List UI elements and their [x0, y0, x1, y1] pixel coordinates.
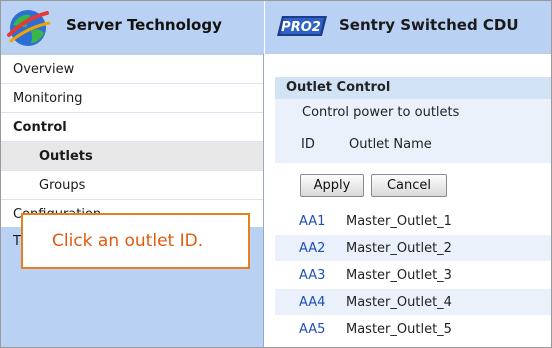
outlet-name: Master_Outlet_3 [346, 268, 452, 283]
table-row: AA4 Master_Outlet_4 [275, 289, 551, 316]
product-header: PRO2 Sentry Switched CDU [265, 1, 551, 54]
globe-logo-icon [7, 10, 51, 46]
instruction-callout: Click an outlet ID. [21, 213, 250, 269]
sidebar-item-control[interactable]: Control [1, 113, 263, 142]
outlet-table: AA1 Master_Outlet_1 AA2 Master_Outlet_2 … [275, 208, 551, 343]
column-header-name: Outlet Name [349, 137, 432, 152]
outlet-id-link[interactable]: AA3 [299, 262, 325, 289]
outlet-id-link[interactable]: AA2 [299, 235, 325, 262]
callout-text: Click an outlet ID. [52, 231, 204, 251]
app-frame: Server Technology Overview Monitoring Co… [0, 0, 552, 348]
brand-bar: Server Technology [1, 1, 264, 54]
outlet-name: Master_Outlet_2 [346, 241, 452, 256]
column-header-id: ID [301, 137, 315, 152]
table-header: ID Outlet Name [275, 127, 551, 163]
table-row: AA3 Master_Outlet_3 [275, 262, 551, 289]
outlet-id-link[interactable]: AA4 [299, 289, 325, 316]
action-bar: Apply Cancel [275, 163, 551, 205]
outlet-name: Master_Outlet_5 [346, 322, 452, 337]
sidebar-item-monitoring[interactable]: Monitoring [1, 84, 263, 113]
panel-title: Outlet Control [275, 77, 551, 99]
sidebar-item-overview[interactable]: Overview [1, 55, 263, 84]
product-title: Sentry Switched CDU [339, 16, 519, 34]
outlet-name: Master_Outlet_4 [346, 295, 452, 310]
left-column: Server Technology Overview Monitoring Co… [1, 1, 264, 347]
sidebar-nav: Overview Monitoring Control Outlets Grou… [1, 55, 263, 229]
sidebar-item-outlets[interactable]: Outlets [1, 142, 263, 171]
sidebar-item-groups[interactable]: Groups [1, 171, 263, 200]
apply-button[interactable]: Apply [300, 174, 364, 197]
panel-subtitle: Control power to outlets [275, 99, 551, 127]
brand-name: Server Technology [66, 16, 222, 34]
table-row: AA1 Master_Outlet_1 [275, 208, 551, 235]
cancel-button[interactable]: Cancel [371, 174, 447, 197]
table-row: AA5 Master_Outlet_5 [275, 316, 551, 343]
table-row: AA2 Master_Outlet_2 [275, 235, 551, 262]
outlet-id-link[interactable]: AA5 [299, 316, 325, 343]
pro2-badge-text: PRO2 [281, 20, 321, 35]
outlet-id-link[interactable]: AA1 [299, 208, 325, 235]
pro2-badge-icon: PRO2 [277, 16, 327, 36]
outlet-name: Master_Outlet_1 [346, 214, 452, 229]
main-content: PRO2 Sentry Switched CDU Outlet Control … [265, 1, 551, 347]
